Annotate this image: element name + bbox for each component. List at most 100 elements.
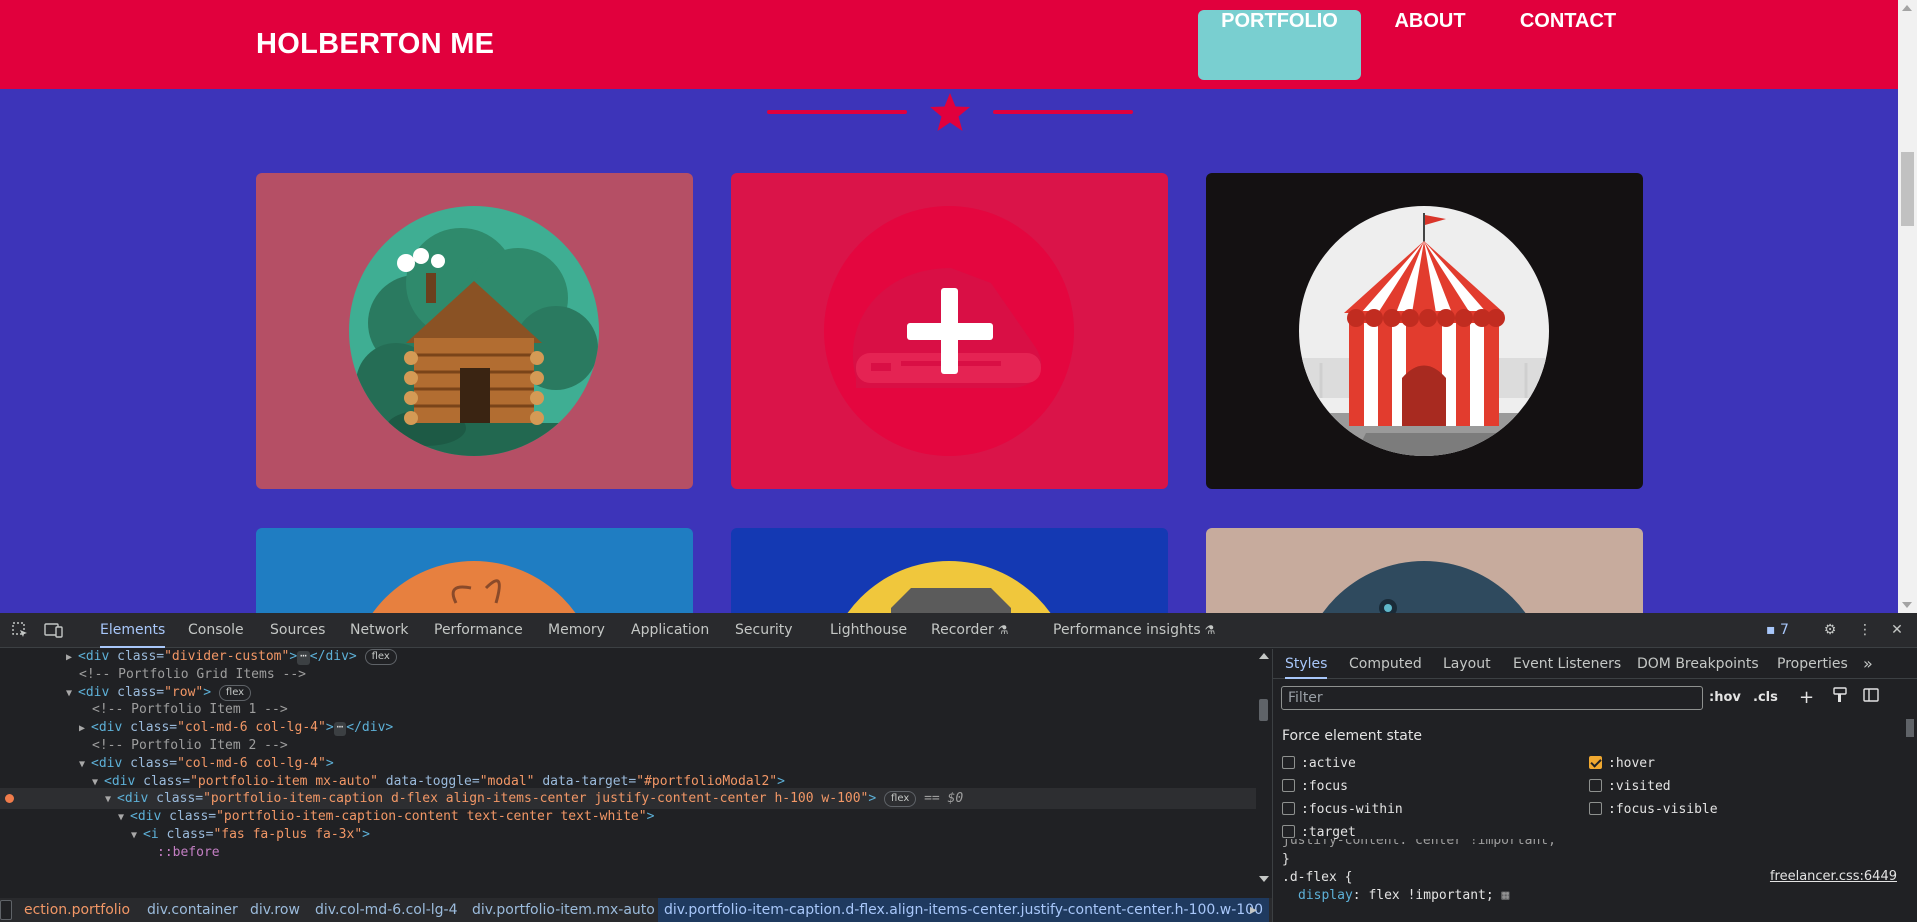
flex-badge[interactable]: flex — [364, 649, 397, 665]
settings-gear-icon[interactable]: ⚙ — [1820, 621, 1840, 639]
divider-custom — [767, 92, 1133, 132]
state-focus-visible[interactable]: :focus-visible — [1589, 801, 1718, 819]
flex-badge[interactable]: flex — [884, 791, 917, 808]
portfolio-item-cake[interactable] — [256, 528, 693, 613]
breadcrumb-item-active[interactable]: div.portfolio-item-caption.d-flex.align-… — [658, 898, 1269, 922]
styles-filter-input[interactable]: Filter — [1281, 686, 1703, 710]
dom-token: class= — [156, 791, 204, 807]
breadcrumb-scroll-left[interactable] — [0, 900, 12, 920]
nav-about[interactable]: ABOUT — [1380, 10, 1480, 80]
dom-token: "col-md-6 col-lg-4" — [177, 755, 326, 771]
tab-dom-breakpoints[interactable]: DOM Breakpoints — [1637, 649, 1759, 679]
more-tabs-icon[interactable]: » — [1863, 649, 1873, 679]
dom-node[interactable]: ::before — [0, 842, 1256, 863]
dom-token: class= — [130, 755, 178, 771]
tab-security[interactable]: Security — [735, 613, 793, 648]
toggle-classes-button[interactable]: .cls — [1753, 687, 1778, 709]
flex-badge[interactable]: flex — [218, 684, 252, 701]
issues-counter[interactable]: ▪ 7 — [1766, 613, 1789, 648]
breadcrumb: ection.portfolio div.container div.row d… — [0, 898, 1272, 922]
tab-event-listeners[interactable]: Event Listeners — [1513, 649, 1621, 679]
dom-token: <div — [104, 773, 144, 789]
checkbox[interactable] — [1282, 756, 1295, 769]
state-focus-within[interactable]: :focus-within — [1282, 801, 1403, 819]
state-visited[interactable]: :visited — [1589, 778, 1671, 796]
tab-lighthouse[interactable]: Lighthouse — [830, 613, 907, 648]
page-scroll-thumb[interactable] — [1901, 152, 1914, 226]
css-declaration[interactable]: display: flex !important; ▦ — [1298, 887, 1509, 905]
breadcrumb-item[interactable]: div.col-md-6.col-lg-4 — [315, 898, 458, 922]
breadcrumb-item[interactable]: div.row — [250, 898, 300, 922]
checkbox[interactable] — [1589, 779, 1602, 792]
portfolio-item-submarine[interactable] — [1206, 528, 1643, 613]
device-toolbar-icon[interactable] — [44, 621, 64, 639]
flex-editor-icon[interactable]: ▦ — [1502, 888, 1510, 903]
tab-recorder-label: Recorder — [931, 622, 994, 638]
tab-performance[interactable]: Performance — [434, 613, 523, 648]
paint-brush-icon[interactable] — [1833, 687, 1847, 709]
dom-token: </div> — [309, 649, 357, 664]
checkbox[interactable] — [1282, 779, 1295, 792]
dom-comment: <!-- Portfolio Item 1 --> — [92, 702, 288, 718]
dom-token: > — [289, 649, 298, 664]
dom-token: > — [646, 809, 655, 825]
checkbox[interactable] — [1282, 802, 1295, 815]
scroll-up-icon[interactable] — [1902, 5, 1912, 11]
tab-performance-insights-label: Performance insights — [1053, 622, 1201, 638]
dom-token: "portfolio-item mx-auto" — [190, 773, 386, 789]
breadcrumb-item[interactable]: div.container — [147, 898, 238, 922]
add-rule-icon[interactable]: + — [1799, 687, 1814, 709]
tab-styles[interactable]: Styles — [1285, 649, 1328, 679]
issues-icon: ▪ — [1766, 622, 1776, 638]
tab-network[interactable]: Network — [350, 613, 408, 648]
scroll-down-icon[interactable] — [1902, 602, 1912, 608]
portfolio-item-safe[interactable] — [731, 528, 1168, 613]
tab-elements[interactable]: Elements — [100, 613, 166, 648]
tab-layout[interactable]: Layout — [1443, 649, 1491, 679]
checkbox[interactable] — [1589, 802, 1602, 815]
tab-console[interactable]: Console — [188, 613, 244, 648]
tab-memory[interactable]: Memory — [548, 613, 605, 648]
state-hover[interactable]: :hover — [1589, 755, 1655, 773]
breadcrumb-scroll-right-icon[interactable]: ▸ — [1250, 898, 1257, 922]
divider-line-left — [767, 110, 907, 114]
scroll-up-icon[interactable] — [1259, 653, 1269, 659]
dom-token: </div> — [346, 720, 394, 736]
toggle-sidebar-icon[interactable] — [1863, 687, 1879, 709]
checkbox[interactable] — [1282, 825, 1295, 838]
styles-scroll-thumb[interactable] — [1906, 719, 1914, 737]
tab-performance-insights[interactable]: Performance insights ⚗ — [1053, 613, 1215, 648]
portfolio-item-hovered[interactable] — [731, 173, 1168, 489]
brand-logo[interactable]: HOLBERTON ME — [256, 28, 494, 61]
state-label: :active — [1301, 756, 1356, 771]
checkbox-checked[interactable] — [1589, 756, 1602, 769]
dom-tree[interactable]: ▶ <div class="divider-custom"> ⋯ </div> fle… — [0, 649, 1256, 886]
tab-computed[interactable]: Computed — [1349, 649, 1422, 679]
tab-recorder[interactable]: Recorder ⚗ — [931, 613, 1009, 648]
toggle-hover-states-button[interactable]: :hov — [1709, 687, 1741, 709]
page-scrollbar[interactable] — [1898, 0, 1917, 613]
divider-line-right — [993, 110, 1133, 114]
portfolio-item-circus[interactable] — [1206, 173, 1643, 489]
css-source-link[interactable]: freelancer.css:6449 — [1770, 869, 1897, 884]
breakpoint-dot-icon — [5, 794, 14, 804]
css-rule-close: } — [1282, 852, 1290, 867]
nav-portfolio[interactable]: PORTFOLIO — [1198, 10, 1361, 80]
tab-sources[interactable]: Sources — [270, 613, 325, 648]
tab-application[interactable]: Application — [631, 613, 709, 648]
nav-contact[interactable]: CONTACT — [1504, 10, 1632, 80]
portfolio-item-cabin[interactable] — [256, 173, 693, 489]
dom-scrollbar[interactable] — [1256, 649, 1271, 886]
more-options-icon[interactable]: ⋮ — [1855, 621, 1875, 639]
state-active[interactable]: :active — [1282, 755, 1356, 773]
close-devtools-icon[interactable]: ✕ — [1887, 621, 1907, 639]
dom-scroll-thumb[interactable] — [1259, 699, 1268, 721]
state-focus[interactable]: :focus — [1282, 778, 1348, 796]
dom-token: "row" — [164, 684, 204, 700]
inspect-element-icon[interactable] — [10, 621, 30, 639]
breadcrumb-item[interactable]: div.portfolio-item.mx-auto — [472, 898, 655, 922]
breadcrumb-item[interactable]: ection.portfolio — [24, 898, 130, 922]
scroll-down-icon[interactable] — [1259, 876, 1269, 882]
tab-properties[interactable]: Properties — [1777, 649, 1848, 679]
styles-scrollbar[interactable] — [1903, 679, 1917, 922]
